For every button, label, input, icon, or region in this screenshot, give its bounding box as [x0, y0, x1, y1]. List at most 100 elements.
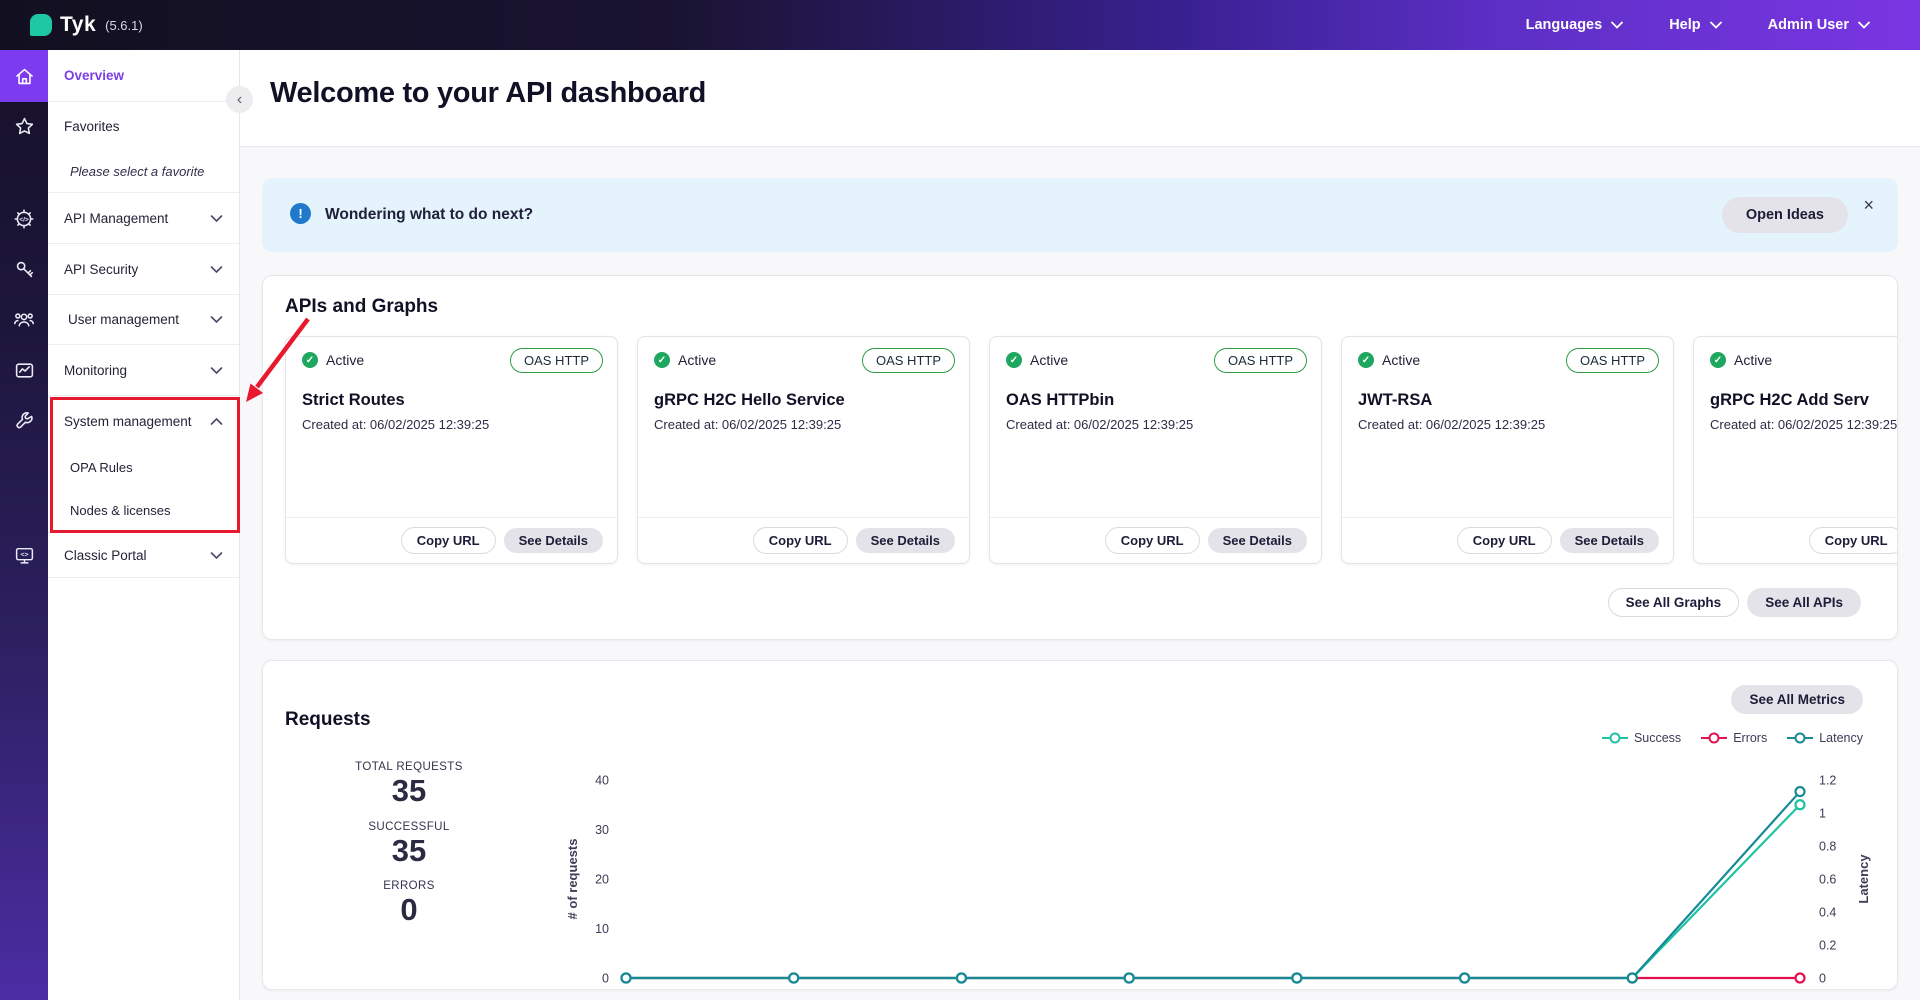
chart-point	[957, 974, 966, 983]
legend-item-latency[interactable]: Latency	[1787, 731, 1863, 745]
copy-url-button[interactable]: Copy URL	[1105, 527, 1200, 554]
api-created-at: Created at: 06/02/2025 12:39:25	[1710, 417, 1897, 432]
svg-text:Latency: Latency	[1856, 854, 1871, 904]
api-status: ✓ Active	[654, 352, 716, 368]
api-cards-row: ✓ Active OAS HTTP Strict Routes Created …	[285, 336, 1898, 564]
api-card-footer: Copy URL See Details	[638, 517, 969, 563]
see-details-button[interactable]: See Details	[1208, 528, 1307, 553]
legend-label: Latency	[1819, 731, 1863, 745]
tyk-logo[interactable]: Tyk (5.6.1)	[30, 13, 143, 37]
sidebar-item-label: Favorites	[64, 119, 120, 134]
svg-text:1: 1	[1819, 807, 1826, 821]
api-card-footer: Copy URL See Details	[1342, 517, 1673, 563]
tyk-logo-icon	[30, 14, 52, 36]
sidebar-item-favorites[interactable]: Favorites	[48, 102, 239, 150]
stat-label: TOTAL REQUESTS	[289, 761, 529, 773]
sidebar-item-user-management[interactable]: User management	[48, 295, 239, 345]
admin-user-menu[interactable]: Admin User	[1768, 17, 1870, 33]
copy-url-button[interactable]: Copy URL	[753, 527, 848, 554]
legend-marker-icon	[1602, 732, 1628, 744]
sidebar-collapse-button[interactable]: ‹	[226, 86, 253, 113]
users-icon	[13, 309, 35, 331]
sidebar-item-api-security[interactable]: API Security	[48, 244, 239, 295]
chevron-down-icon	[210, 265, 223, 274]
sidebar-subitem-label: OPA Rules	[70, 460, 133, 475]
sidebar-icon-monitoring[interactable]	[0, 345, 48, 396]
svg-text:10: 10	[595, 922, 609, 936]
version-label: (5.6.1)	[105, 18, 143, 33]
see-details-button[interactable]: See Details	[856, 528, 955, 553]
chart-legend: Success Errors Latency	[1602, 731, 1863, 745]
sidebar-item-opa-rules[interactable]: OPA Rules	[48, 447, 239, 488]
sidebar-icon-classic-portal[interactable]: <>	[0, 533, 48, 578]
close-icon[interactable]: ×	[1857, 194, 1880, 217]
api-created-at: Created at: 06/02/2025 12:39:25	[1006, 417, 1193, 432]
stat-total-requests: TOTAL REQUESTS 35	[289, 761, 529, 808]
sidebar-icon-system-management[interactable]	[0, 396, 48, 447]
home-icon	[14, 66, 35, 87]
sidebar-item-api-management[interactable]: API Management	[48, 193, 239, 244]
sidebar-item-overview[interactable]: Overview	[48, 50, 239, 102]
sidebar-icon-api-management[interactable]: </>	[0, 193, 48, 244]
see-details-button[interactable]: See Details	[504, 528, 603, 553]
api-status: ✓ Active	[1710, 352, 1772, 368]
svg-text:0.8: 0.8	[1819, 840, 1836, 854]
check-circle-icon: ✓	[654, 352, 670, 368]
see-all-row: See All Graphs See All APIs	[1608, 588, 1861, 617]
chart-point	[1125, 974, 1134, 983]
see-details-button[interactable]: See Details	[1560, 528, 1659, 553]
sidebar-subitem-label: Nodes & licenses	[70, 503, 170, 518]
legend-item-success[interactable]: Success	[1602, 731, 1681, 745]
sidebar-item-label: Monitoring	[64, 363, 127, 378]
sidebar-item-monitoring[interactable]: Monitoring	[48, 345, 239, 396]
sidebar-item-label: System management	[64, 414, 192, 429]
sidebar-item-label: Overview	[64, 68, 124, 83]
help-menu[interactable]: Help	[1669, 17, 1721, 33]
legend-marker-icon	[1787, 732, 1813, 744]
chevron-down-icon	[210, 366, 223, 375]
see-all-graphs-button[interactable]: See All Graphs	[1608, 588, 1740, 617]
copy-url-button[interactable]: Copy URL	[1457, 527, 1552, 554]
see-all-apis-button[interactable]: See All APIs	[1747, 588, 1861, 617]
languages-menu[interactable]: Languages	[1526, 17, 1624, 33]
api-status-label: Active	[678, 352, 716, 368]
legend-item-errors[interactable]: Errors	[1701, 731, 1767, 745]
stat-value: 35	[289, 775, 529, 808]
stat-value: 0	[289, 894, 529, 927]
requests-panel-title: Requests	[285, 709, 371, 731]
top-bar-menu: Languages Help Admin User	[1526, 17, 1870, 33]
chart-point	[1628, 974, 1637, 983]
chart-point	[622, 974, 631, 983]
favorites-hint-label: Please select a favorite	[70, 164, 204, 179]
api-created-at: Created at: 06/02/2025 12:39:25	[1358, 417, 1545, 432]
favorites-hint: Please select a favorite	[48, 150, 239, 193]
apis-panel-title: APIs and Graphs	[285, 296, 438, 318]
stat-value: 35	[289, 835, 529, 868]
chart-point	[1796, 974, 1805, 983]
legend-label: Success	[1634, 731, 1681, 745]
svg-text:0.4: 0.4	[1819, 906, 1836, 920]
sidebar-icon-api-security[interactable]	[0, 244, 48, 295]
sidebar-icon-user-management[interactable]	[0, 295, 48, 345]
requests-chart: 01020304000.20.40.60.811.2# of requestsL…	[563, 751, 1898, 989]
api-card: ✓ Active OAS HTTP OAS HTTPbin Created at…	[989, 336, 1322, 564]
sidebar-icon-strip: </> <>	[0, 50, 48, 1000]
sidebar-icon-favorites[interactable]	[0, 102, 48, 150]
copy-url-button[interactable]: Copy URL	[1809, 527, 1898, 554]
chevron-down-icon	[1710, 21, 1722, 29]
chevron-down-icon	[1858, 21, 1870, 29]
sidebar-icon-overview[interactable]	[0, 50, 48, 102]
copy-url-button[interactable]: Copy URL	[401, 527, 496, 554]
see-all-metrics-button[interactable]: See All Metrics	[1731, 685, 1863, 714]
svg-text:1.2: 1.2	[1819, 774, 1836, 788]
sidebar-item-system-management[interactable]: System management	[48, 396, 239, 447]
gear-code-icon: </>	[13, 208, 35, 230]
svg-text:<>: <>	[20, 552, 28, 559]
sidebar-item-classic-portal[interactable]: Classic Portal	[48, 533, 239, 578]
sidebar-item-label: User management	[68, 312, 179, 327]
api-card: ✓ Active gRPC H2C Add Serv Created at: 0…	[1693, 336, 1898, 564]
open-ideas-button[interactable]: Open Ideas	[1722, 197, 1848, 233]
api-name: OAS HTTPbin	[1006, 391, 1114, 410]
sidebar-item-nodes-licenses[interactable]: Nodes & licenses	[48, 488, 239, 533]
check-circle-icon: ✓	[1710, 352, 1726, 368]
